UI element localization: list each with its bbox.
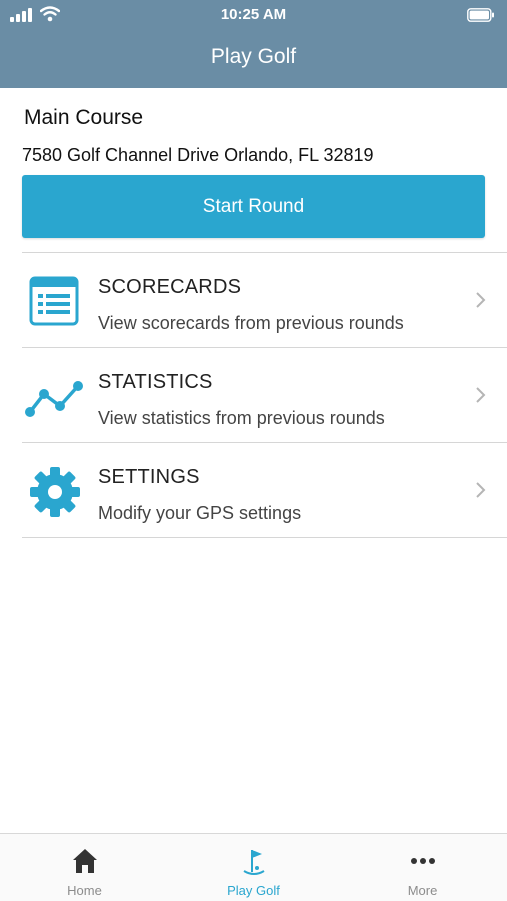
- tab-bar: Home Play Golf More: [0, 833, 507, 901]
- home-icon: [73, 849, 97, 873]
- statistics-icon: [25, 381, 83, 417]
- tab-home[interactable]: Home: [0, 834, 169, 901]
- chevron-right-icon: [476, 387, 486, 403]
- menu-item-subtitle: View statistics from previous rounds: [98, 408, 385, 428]
- menu-item-title: SETTINGS: [98, 466, 200, 488]
- divider: [22, 537, 507, 538]
- app-header: 10:25 AM Play Golf: [0, 0, 507, 88]
- course-name: Main Course: [24, 106, 144, 129]
- page-title: Play Golf: [210, 45, 297, 68]
- tab-more[interactable]: More: [338, 834, 507, 901]
- status-time: 10:25 AM: [220, 6, 287, 23]
- tab-label: Home: [67, 883, 102, 898]
- tab-play-golf[interactable]: Play Golf: [169, 834, 338, 901]
- battery-icon: [467, 8, 494, 22]
- start-round-button[interactable]: Start Round: [22, 175, 485, 238]
- chevron-right-icon: [476, 292, 486, 308]
- menu-item-settings[interactable]: SETTINGS Modify your GPS settings: [22, 443, 507, 537]
- more-icon: [411, 858, 435, 864]
- scorecard-icon: [29, 276, 79, 326]
- tab-label: Play Golf: [227, 883, 280, 898]
- menu-item-statistics[interactable]: STATISTICS View statistics from previous…: [22, 348, 507, 442]
- gear-icon: [30, 467, 80, 517]
- chevron-right-icon: [476, 482, 486, 498]
- golf-flag-icon: [243, 850, 265, 875]
- course-address: 7580 Golf Channel Drive Orlando, FL 3281…: [22, 145, 374, 165]
- menu-item-title: STATISTICS: [98, 371, 213, 393]
- menu-item-subtitle: Modify your GPS settings: [98, 503, 302, 523]
- status-bar: 10:25 AM: [0, 0, 507, 30]
- menu-item-scorecards[interactable]: SCORECARDS View scorecards from previous…: [22, 253, 507, 347]
- menu-item-subtitle: View scorecards from previous rounds: [98, 313, 404, 333]
- menu-item-title: SCORECARDS: [98, 276, 242, 298]
- tab-label: More: [407, 883, 438, 898]
